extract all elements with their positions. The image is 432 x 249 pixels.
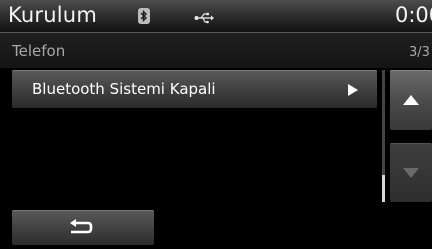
scrollbar[interactable] <box>382 70 385 202</box>
scroll-down-button[interactable] <box>390 143 432 202</box>
page-indicator: 3/3 <box>409 45 430 60</box>
list-item-label: Bluetooth Sistemi Kapali <box>32 80 216 98</box>
page-title: Kurulum <box>8 3 97 27</box>
clock: 0:00 <box>395 3 432 27</box>
scroll-up-icon <box>403 95 419 105</box>
usb-icon <box>194 9 214 28</box>
list-item-bluetooth-system[interactable]: Bluetooth Sistemi Kapali <box>12 70 377 108</box>
return-arrow-icon <box>70 219 93 234</box>
scroll-down-icon <box>403 168 419 178</box>
scroll-up-button[interactable] <box>390 70 432 130</box>
status-bar: Kurulum 0:00 <box>0 0 432 33</box>
bluetooth-icon <box>138 8 150 24</box>
settings-screen: Kurulum 0:00 Telefon 3/3 Bluetooth Siste… <box>0 0 432 249</box>
back-button[interactable] <box>12 210 154 245</box>
section-title: Telefon <box>12 42 66 60</box>
play-arrow-icon <box>347 82 359 101</box>
scrollbar-thumb[interactable] <box>382 175 385 202</box>
section-header: Telefon 3/3 <box>0 33 432 68</box>
